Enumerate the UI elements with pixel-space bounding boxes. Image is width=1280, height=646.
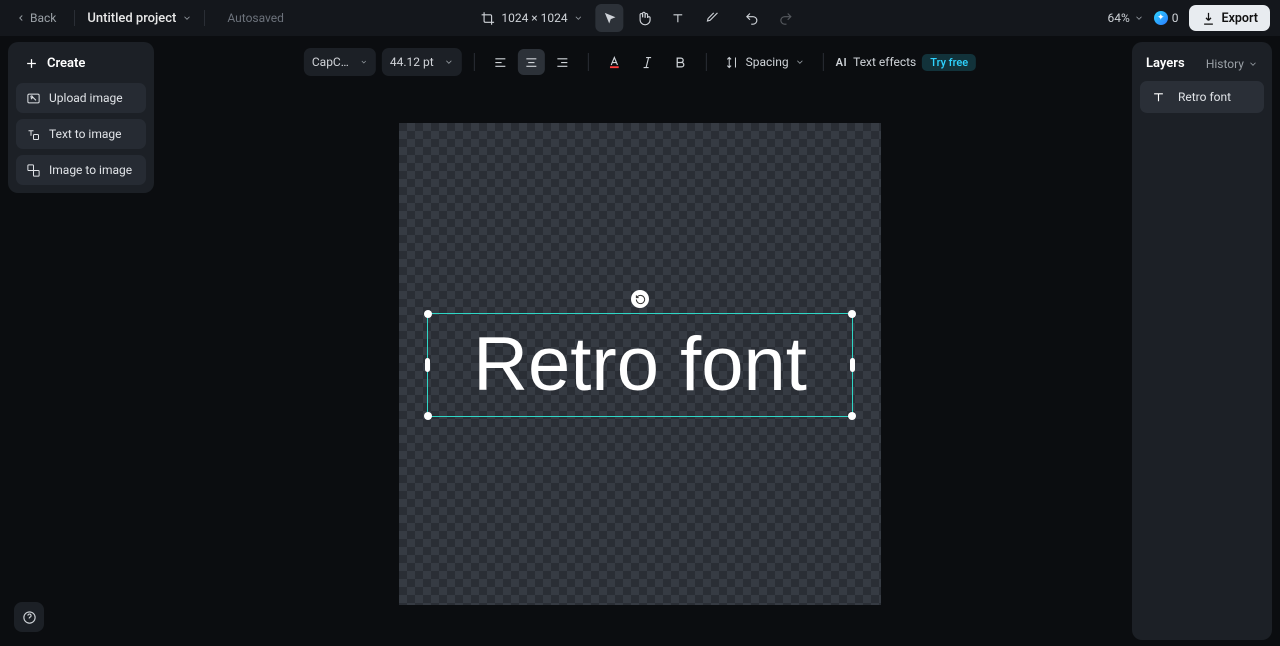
text-selection-box[interactable]: Retro font xyxy=(427,313,853,417)
chevron-down-icon xyxy=(574,13,584,23)
chevron-down-icon xyxy=(1134,13,1144,23)
resize-handle-bl[interactable] xyxy=(424,412,432,420)
export-label: Export xyxy=(1222,11,1258,26)
pan-tool[interactable] xyxy=(630,4,658,32)
rotate-icon xyxy=(635,294,646,305)
divider xyxy=(204,10,205,26)
crop-icon xyxy=(480,11,495,26)
history-label: History xyxy=(1206,57,1244,71)
eyedropper-icon xyxy=(704,11,719,26)
top-right: 64% ✦ 0 Export xyxy=(1107,5,1270,31)
canvas-size-button[interactable]: 1024 × 1024 xyxy=(480,11,583,26)
text-icon xyxy=(1151,90,1166,105)
history-tab[interactable]: History xyxy=(1206,57,1258,71)
top-bar: Back Untitled project Autosaved 1024 × 1… xyxy=(0,0,1280,36)
undo-icon xyxy=(744,11,759,26)
text-tool[interactable] xyxy=(664,4,692,32)
canvas[interactable]: Retro font xyxy=(399,123,881,605)
workspace: Create Upload image Text to image Image … xyxy=(0,36,1280,646)
help-button[interactable] xyxy=(14,602,44,632)
help-icon xyxy=(22,610,37,625)
layer-item[interactable]: Retro font xyxy=(1140,81,1264,113)
coin-icon: ✦ xyxy=(1154,11,1168,25)
layers-header: Layers History xyxy=(1140,52,1264,81)
project-name-dropdown[interactable]: Untitled project xyxy=(87,11,192,26)
redo-icon xyxy=(778,11,793,26)
top-center-tools: 1024 × 1024 xyxy=(480,4,799,32)
resize-handle-tl[interactable] xyxy=(424,310,432,318)
divider xyxy=(74,10,75,26)
resize-handle-tr[interactable] xyxy=(848,310,856,318)
chevron-down-icon xyxy=(1248,59,1258,69)
canvas-text[interactable]: Retro font xyxy=(473,327,807,403)
zoom-dropdown[interactable]: 64% xyxy=(1107,11,1143,25)
layers-tab[interactable]: Layers xyxy=(1146,56,1185,71)
history-tools xyxy=(738,4,800,32)
eyedropper-tool[interactable] xyxy=(698,4,726,32)
text-layer-icon xyxy=(1148,87,1168,107)
canvas-tools xyxy=(596,4,726,32)
back-label: Back xyxy=(30,11,56,25)
hand-icon xyxy=(636,11,651,26)
canvas-area[interactable]: Retro font xyxy=(0,36,1280,646)
chevron-down-icon xyxy=(182,13,192,23)
layers-panel: Layers History Retro font xyxy=(1132,42,1272,640)
export-button[interactable]: Export xyxy=(1189,5,1270,31)
select-tool[interactable] xyxy=(596,4,624,32)
undo-button[interactable] xyxy=(738,4,766,32)
chevron-left-icon xyxy=(16,13,26,23)
resize-handle-br[interactable] xyxy=(848,412,856,420)
text-icon xyxy=(670,11,685,26)
resize-handle-mr[interactable] xyxy=(850,358,855,372)
credits-value: 0 xyxy=(1172,11,1179,25)
resize-handle-ml[interactable] xyxy=(425,358,430,372)
canvas-size-label: 1024 × 1024 xyxy=(501,11,567,25)
redo-button[interactable] xyxy=(772,4,800,32)
back-button[interactable]: Back xyxy=(10,7,62,29)
rotate-handle[interactable] xyxy=(631,290,649,308)
zoom-label: 64% xyxy=(1107,11,1129,25)
credits-indicator[interactable]: ✦ 0 xyxy=(1154,11,1179,25)
cursor-icon xyxy=(602,11,617,26)
layer-label: Retro font xyxy=(1178,90,1231,104)
download-icon xyxy=(1201,11,1216,26)
autosaved-label: Autosaved xyxy=(227,11,284,25)
project-name-label: Untitled project xyxy=(87,11,176,26)
